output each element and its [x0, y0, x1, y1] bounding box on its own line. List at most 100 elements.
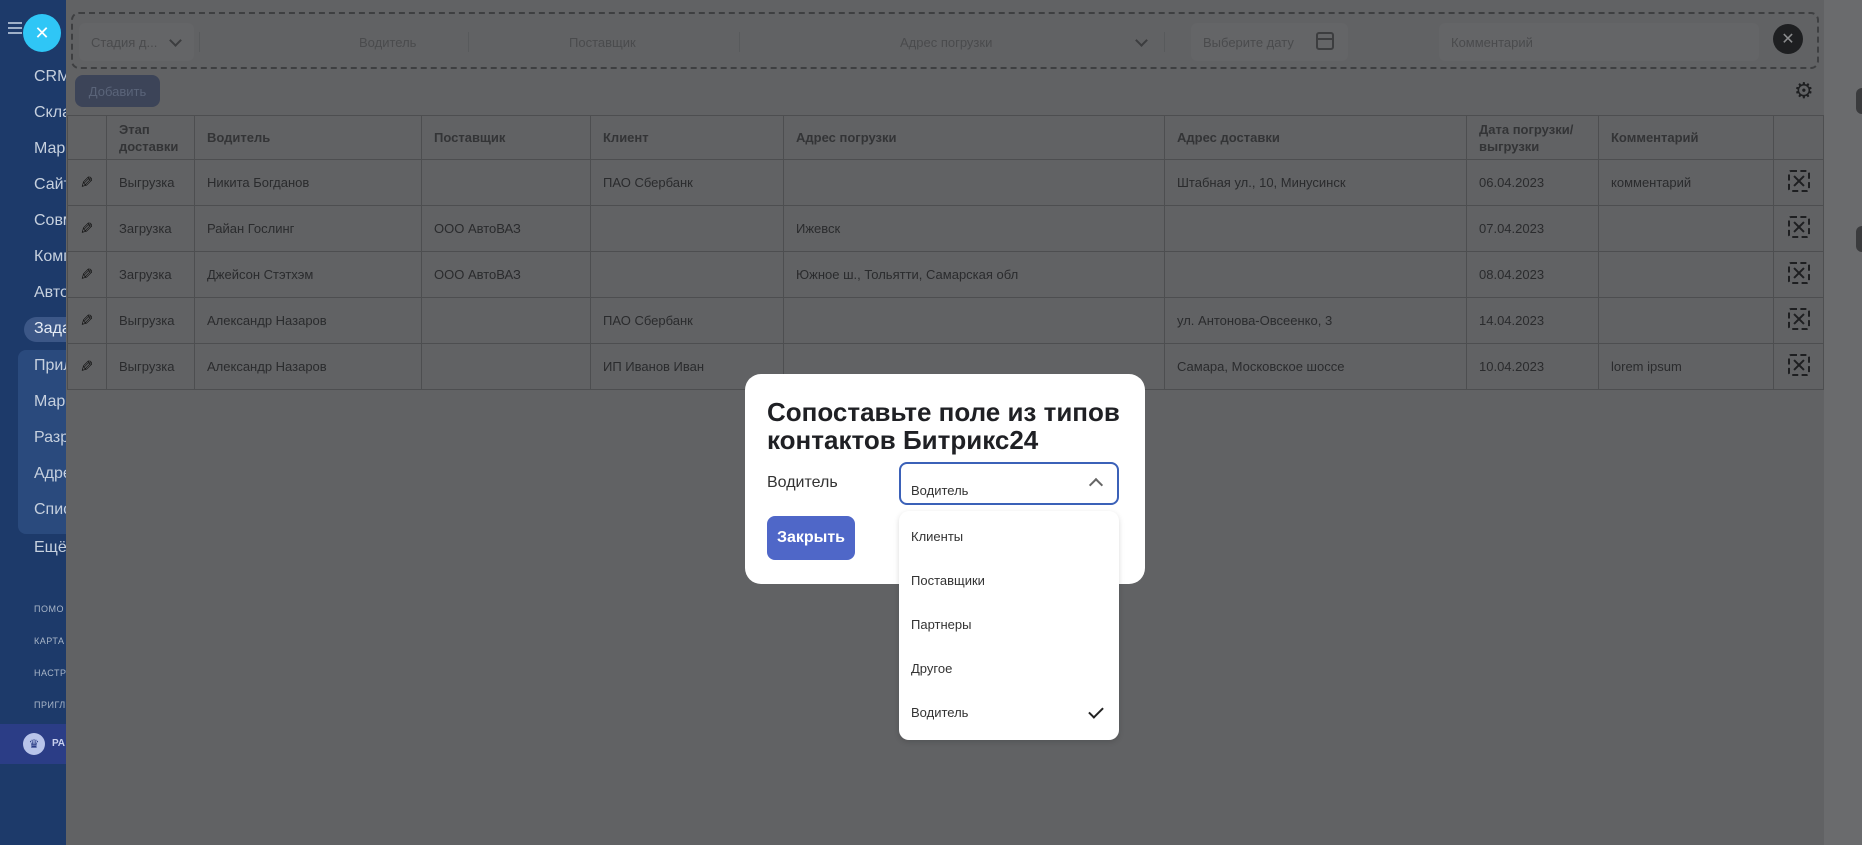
sidebar-item-lists[interactable]: Спис: [34, 501, 66, 519]
edit-cell[interactable]: ✎: [67, 251, 107, 298]
filter-bar: Стадия д... Водитель Поставщик Адрес пог…: [71, 12, 1819, 69]
cell-comment: комментарий: [1598, 159, 1774, 206]
supplier-filter-placeholder: Поставщик: [569, 34, 636, 50]
cell-supplier: [421, 297, 591, 344]
side-tab[interactable]: [1856, 88, 1862, 114]
cell-stage: Выгрузка: [106, 297, 195, 344]
pencil-icon[interactable]: ✎: [80, 265, 93, 285]
sidebar-item-settings[interactable]: НАСТР: [34, 668, 66, 678]
cell-driver: Александр Назаров: [194, 343, 422, 390]
sidebar-item-collab[interactable]: Совм: [34, 212, 66, 230]
sidebar-item-invite[interactable]: ПРИГЛ: [34, 700, 66, 710]
delete-cell[interactable]: [1773, 297, 1824, 344]
sidebar-item-warehouse[interactable]: Скла: [34, 104, 66, 122]
stage-filter-value: Стадия д...: [91, 34, 158, 50]
stage-filter[interactable]: Стадия д...: [79, 23, 194, 61]
cell-delivery-address: Самара, Московское шоссе: [1164, 343, 1467, 390]
pencil-icon[interactable]: ✎: [80, 357, 93, 377]
cell-supplier: ООО АвтоВАЗ: [421, 205, 591, 252]
delete-icon[interactable]: [1787, 170, 1810, 192]
sidebar-item-dev[interactable]: Разр: [34, 429, 66, 447]
sidebar-item-addresses[interactable]: Адре: [34, 465, 66, 483]
close-icon[interactable]: ✕: [1773, 24, 1803, 54]
cell-comment: [1598, 297, 1774, 344]
pencil-icon[interactable]: ✎: [80, 219, 93, 239]
cell-comment: lorem ipsum: [1598, 343, 1774, 390]
cell-load-address: Ижевск: [783, 205, 1165, 252]
cell-stage: Загрузка: [106, 251, 195, 298]
sidebar-item-apps[interactable]: Прил: [34, 357, 66, 375]
option-partners[interactable]: Партнеры: [911, 617, 971, 632]
column-header-driver[interactable]: Водитель: [194, 115, 422, 160]
table-row: ✎ Выгрузка Никита Богданов ПАО Сбербанк …: [67, 159, 1824, 206]
option-clients[interactable]: Клиенты: [911, 529, 963, 544]
column-header-date[interactable]: Дата погрузки/ выгрузки: [1466, 115, 1599, 160]
column-header-comment[interactable]: Комментарий: [1598, 115, 1774, 160]
plan-row[interactable]: ♛ РА: [0, 724, 66, 764]
edit-cell[interactable]: ✎: [67, 343, 107, 390]
date-filter[interactable]: Выберите дату: [1191, 23, 1348, 61]
delete-cell[interactable]: [1773, 159, 1824, 206]
sidebar-item-market[interactable]: Мар: [34, 393, 65, 411]
delete-icon[interactable]: [1787, 308, 1810, 330]
contact-type-select[interactable]: Водитель: [899, 462, 1119, 505]
column-header-load-address[interactable]: Адрес погрузки: [783, 115, 1165, 160]
close-slider-icon[interactable]: ✕: [23, 14, 61, 52]
cell-stage: Загрузка: [106, 205, 195, 252]
gear-icon[interactable]: ⚙: [1794, 80, 1816, 102]
cell-client: ПАО Сбербанк: [590, 159, 784, 206]
close-button[interactable]: Закрыть: [767, 516, 855, 560]
cell-driver: Райан Гослинг: [194, 205, 422, 252]
crown-icon: ♛: [23, 733, 45, 755]
table-row: ✎ Выгрузка Александр Назаров ПАО Сбербан…: [67, 297, 1824, 344]
cell-delivery-address: [1164, 205, 1467, 252]
driver-filter-placeholder: Водитель: [359, 34, 417, 50]
delete-cell[interactable]: [1773, 251, 1824, 298]
sidebar-item-sites[interactable]: Сайт: [34, 176, 66, 194]
cell-stage: Выгрузка: [106, 159, 195, 206]
supplier-filter[interactable]: Поставщик: [473, 23, 735, 61]
column-header-stage[interactable]: Этап доставки: [106, 115, 195, 160]
sidebar-item-help[interactable]: ПОМО: [34, 604, 64, 614]
add-button[interactable]: Добавить: [75, 75, 160, 107]
cell-delivery-address: ул. Антонова-Овсеенко, 3: [1164, 297, 1467, 344]
cell-comment: [1598, 205, 1774, 252]
column-header-delivery-address[interactable]: Адрес доставки: [1164, 115, 1467, 160]
comment-filter[interactable]: Комментарий: [1439, 23, 1759, 61]
cell-stage: Выгрузка: [106, 343, 195, 390]
check-icon: [1088, 703, 1104, 719]
table-row: ✎ Загрузка Джейсон Стэтхэм ООО АвтоВАЗ Ю…: [67, 251, 1824, 298]
delete-icon[interactable]: [1787, 262, 1810, 284]
pencil-icon[interactable]: ✎: [80, 311, 93, 331]
sidebar-item-map[interactable]: КАРТА: [34, 636, 65, 646]
cell-load-address: Южное ш., Тольятти, Самарская обл: [783, 251, 1165, 298]
cell-date: 10.04.2023: [1466, 343, 1599, 390]
sidebar-item-marketing[interactable]: Мар: [34, 140, 65, 158]
side-tab[interactable]: [1856, 226, 1862, 252]
delete-cell[interactable]: [1773, 205, 1824, 252]
edit-cell[interactable]: ✎: [67, 297, 107, 344]
driver-filter[interactable]: Водитель: [213, 23, 463, 61]
cell-supplier: [421, 159, 591, 206]
load-address-filter[interactable]: Адрес погрузки: [745, 23, 1160, 61]
option-suppliers[interactable]: Поставщики: [911, 573, 985, 588]
menu-icon[interactable]: [8, 22, 22, 34]
column-header-client[interactable]: Клиент: [590, 115, 784, 160]
delete-icon[interactable]: [1787, 354, 1810, 376]
divider: [1164, 32, 1165, 52]
sidebar-item-crm[interactable]: CRM: [34, 68, 66, 86]
delete-icon[interactable]: [1787, 216, 1810, 238]
edit-cell[interactable]: ✎: [67, 205, 107, 252]
edit-cell[interactable]: ✎: [67, 159, 107, 206]
delete-cell[interactable]: [1773, 343, 1824, 390]
option-other[interactable]: Другое: [911, 661, 952, 676]
column-header-supplier[interactable]: Поставщик: [421, 115, 591, 160]
sidebar-item-automation[interactable]: Авто: [34, 284, 66, 302]
cell-delivery-address: [1164, 251, 1467, 298]
plan-label: РА: [52, 738, 66, 749]
option-driver[interactable]: Водитель: [911, 705, 968, 720]
sidebar-item-company[interactable]: Комп: [34, 248, 66, 266]
sidebar-item-tasks[interactable]: Зада: [24, 317, 66, 342]
sidebar-item-more[interactable]: Ещё: [34, 539, 66, 557]
pencil-icon[interactable]: ✎: [80, 173, 93, 193]
